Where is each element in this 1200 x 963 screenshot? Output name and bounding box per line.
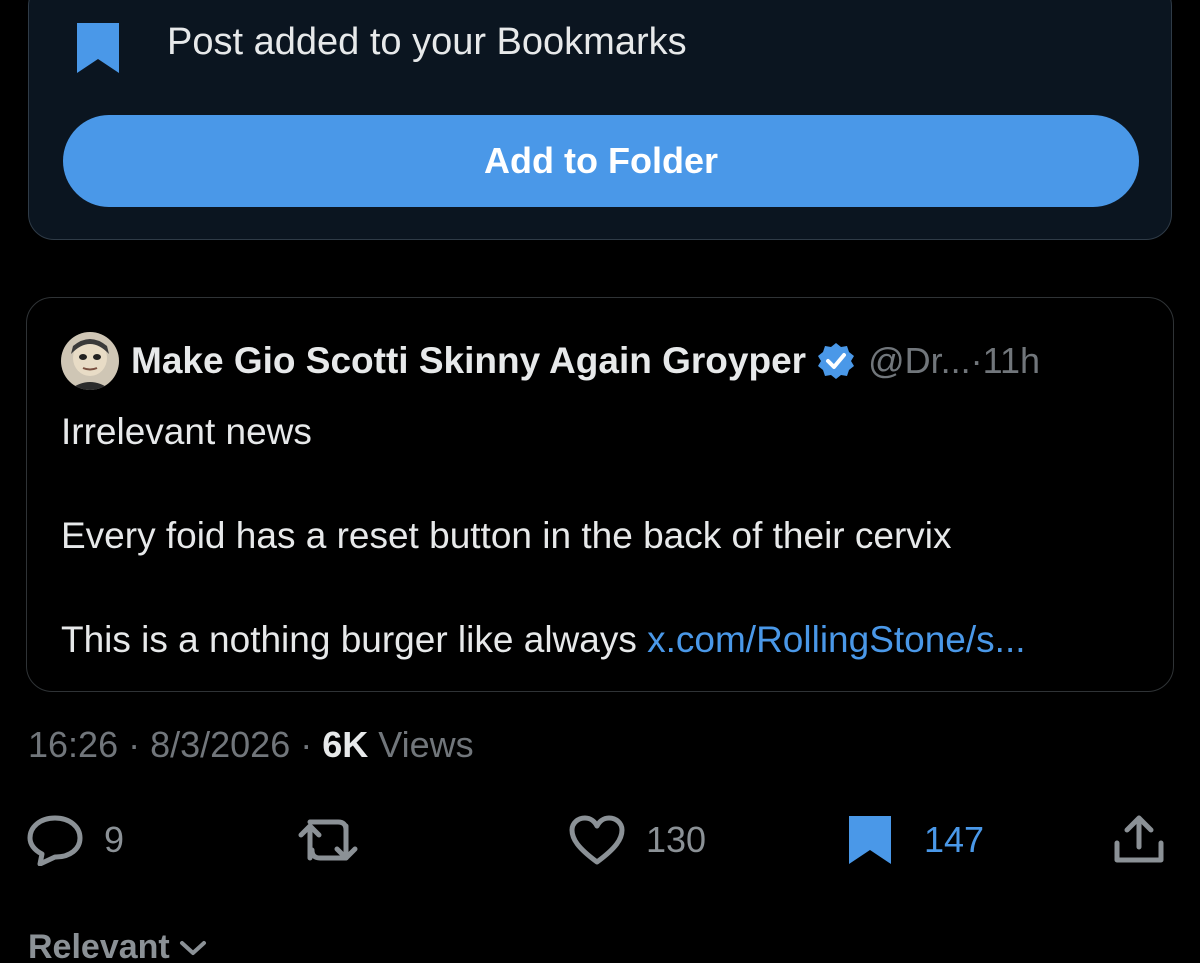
author-name[interactable]: Make Gio Scotti Skinny Again Groyper <box>131 340 806 382</box>
reply-count: 9 <box>104 819 125 860</box>
sort-dropdown[interactable]: Relevant <box>28 928 208 963</box>
quoted-post[interactable]: Make Gio Scotti Skinny Again Groyper @Dr… <box>26 297 1174 692</box>
bookmark-toast: Post added to your Bookmarks Add to Fold… <box>28 0 1172 240</box>
quoted-post-header: Make Gio Scotti Skinny Again Groyper @Dr… <box>61 332 1040 390</box>
avatar[interactable] <box>61 332 119 390</box>
like-button[interactable]: 130 <box>568 810 706 870</box>
verified-badge-icon <box>818 343 855 379</box>
views-count[interactable]: 6K <box>322 724 368 765</box>
post-time[interactable]: 16:26 <box>28 724 118 765</box>
share-button[interactable] <box>1112 810 1166 870</box>
post-text-line: Irrelevant news <box>61 411 312 452</box>
repost-button[interactable] <box>298 810 360 870</box>
share-icon <box>1114 815 1164 863</box>
quoted-post-body: Irrelevant news Every foid has a reset b… <box>61 406 1026 666</box>
reply-button[interactable]: 9 <box>26 810 124 870</box>
heart-icon <box>569 815 625 865</box>
post-text-line: Every foid has a reset button in the bac… <box>61 515 952 556</box>
action-bar: 9 130 147 <box>0 810 1200 870</box>
add-to-folder-button[interactable]: Add to Folder <box>63 115 1139 207</box>
meta-separator: · <box>290 724 323 765</box>
like-count: 130 <box>646 819 707 860</box>
post-metadata: 16:26 · 8/3/2026 · 6K Views <box>28 724 474 766</box>
bookmark-button[interactable]: 147 <box>846 810 984 870</box>
sort-label: Relevant <box>28 928 170 963</box>
author-handle[interactable]: @Dr... <box>868 340 971 382</box>
post-text-line: This is a nothing burger like always <box>61 619 637 660</box>
post-link[interactable]: x.com/RollingStone/s... <box>647 619 1025 660</box>
repost-icon <box>298 819 358 861</box>
post-date[interactable]: 8/3/2026 <box>150 724 290 765</box>
bookmark-icon <box>77 23 119 73</box>
meta-separator: · <box>970 340 983 381</box>
bookmark-count: 147 <box>924 819 985 860</box>
post-time-ago[interactable]: 11h <box>983 340 1040 382</box>
reply-icon <box>27 815 83 866</box>
bookmark-filled-icon <box>849 816 891 864</box>
meta-separator: · <box>118 724 151 765</box>
toast-message: Post added to your Bookmarks <box>167 21 687 63</box>
chevron-down-icon <box>179 940 206 955</box>
views-label: Views <box>368 724 474 765</box>
